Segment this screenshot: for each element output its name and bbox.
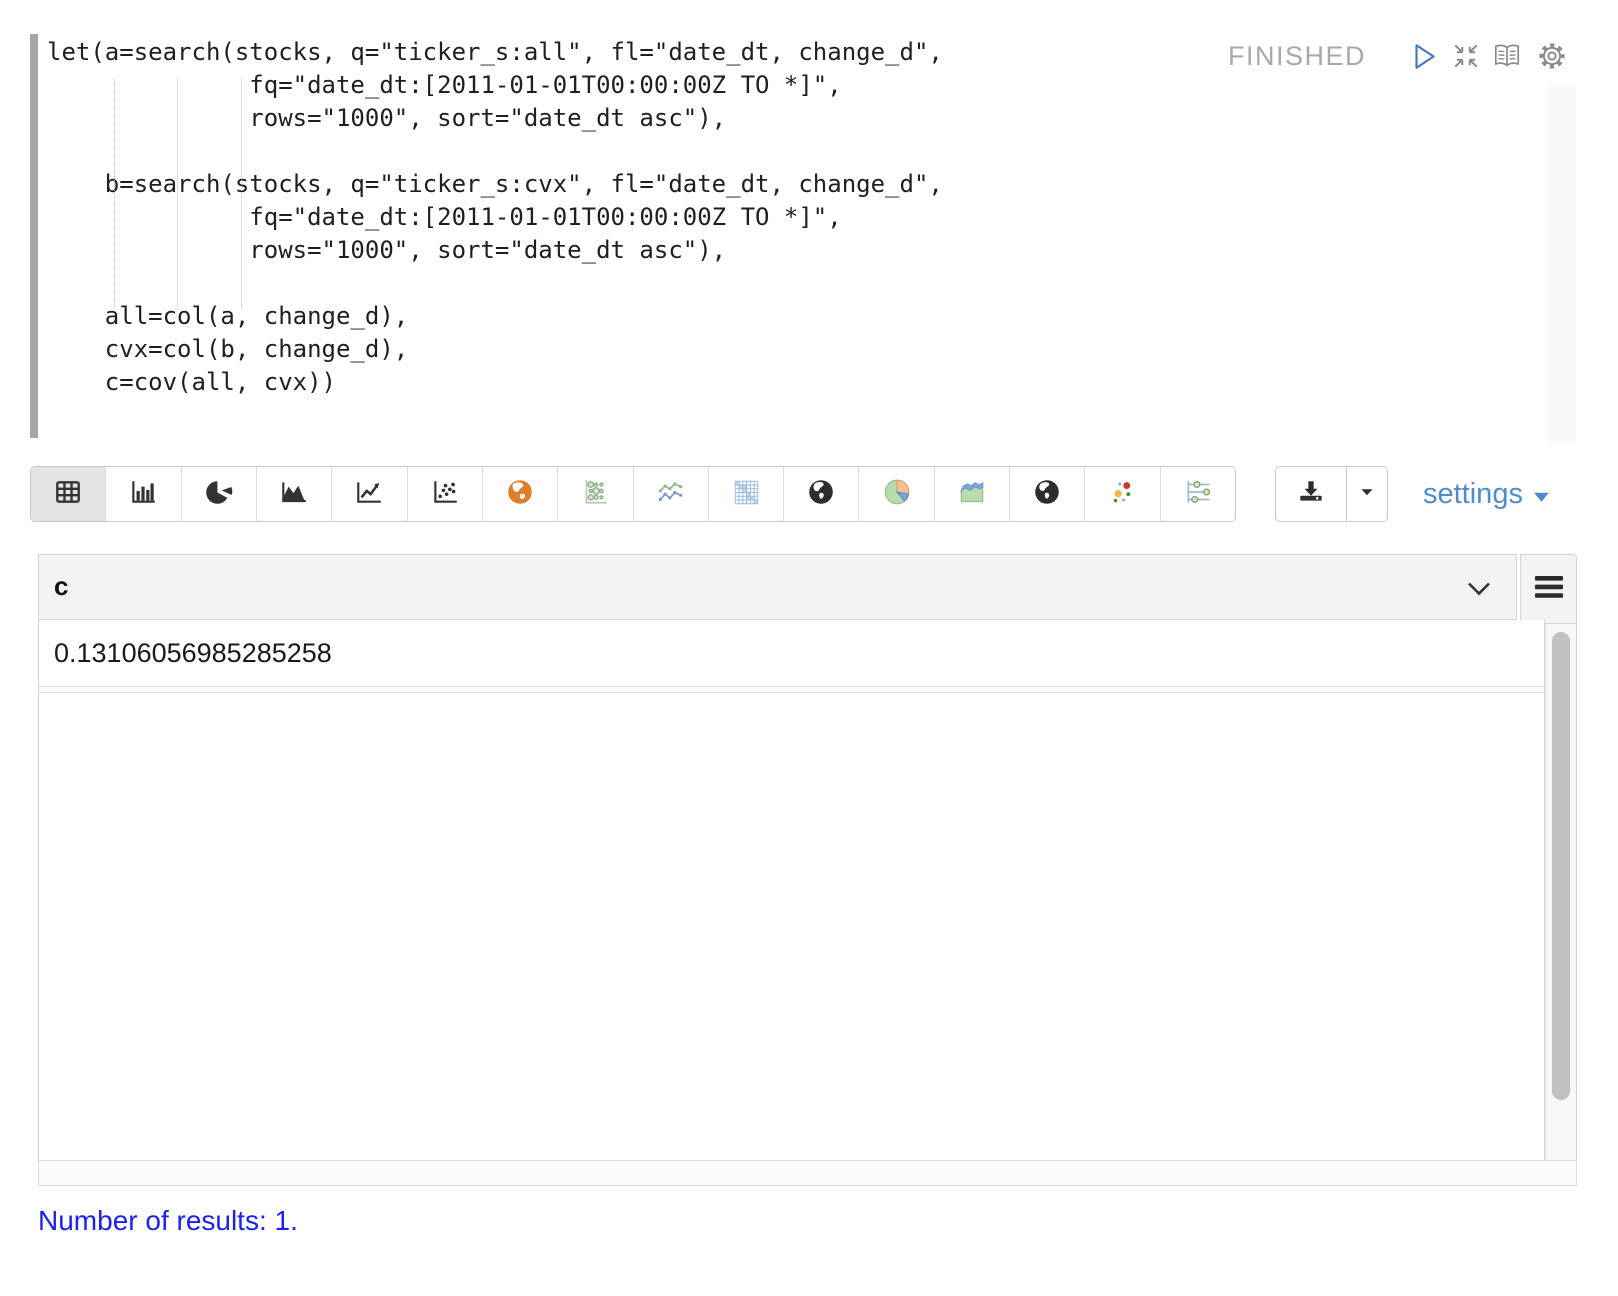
globe-dark-icon: [1032, 477, 1062, 512]
play-icon: [1409, 41, 1439, 76]
download-split-button: [1275, 466, 1388, 522]
gear-icon: [1536, 40, 1568, 77]
chart-button-pie-chart[interactable]: [182, 467, 257, 521]
chart-type-toolbar: [30, 466, 1236, 522]
chart-button-parallel-sliders[interactable]: [1161, 467, 1235, 521]
open-book-icon: [1491, 41, 1523, 76]
globe-orange-icon: [505, 477, 535, 512]
run-button[interactable]: [1408, 42, 1440, 74]
chart-button-bar-chart[interactable]: [106, 467, 181, 521]
table-row[interactable]: 0.13106056985285258: [39, 620, 1544, 687]
line-chart-icon: [354, 477, 384, 512]
collapse-button[interactable]: [1450, 42, 1482, 74]
download-button[interactable]: [1276, 467, 1347, 521]
chart-button-globe-map-dark-2[interactable]: [1010, 467, 1085, 521]
area-chart-icon: [279, 477, 309, 512]
caret-down-icon: [1533, 478, 1550, 511]
chart-button-scatter-chart[interactable]: [408, 467, 483, 521]
table-horizontal-scrollbar[interactable]: [38, 1160, 1577, 1186]
table-vertical-scrollbar[interactable]: [1545, 624, 1577, 1160]
table-icon: [53, 477, 83, 512]
area-color-icon: [957, 477, 987, 512]
parallel-sliders-icon: [1183, 477, 1213, 512]
chart-button-line-chart[interactable]: [332, 467, 407, 521]
code-text[interactable]: let(a=search(stocks, q="ticker_s:all", f…: [47, 36, 943, 399]
settings-toggle[interactable]: settings: [1423, 471, 1550, 517]
scatter-chart-icon: [430, 477, 460, 512]
settings-label: settings: [1423, 478, 1523, 511]
download-options-button[interactable]: [1347, 467, 1387, 521]
chart-button-globe-map-dark[interactable]: [784, 467, 859, 521]
grid-menu-button[interactable]: [1520, 554, 1577, 624]
chart-button-multi-line-chart[interactable]: [634, 467, 709, 521]
cell-value: 0.13106056985285258: [54, 638, 332, 668]
bubble-matrix-icon: [580, 477, 610, 512]
results-count: Number of results: 1.: [38, 1205, 298, 1237]
chart-button-area-chart[interactable]: [257, 467, 332, 521]
hamburger-menu-icon: [1533, 574, 1565, 605]
chart-button-area-chart-color[interactable]: [935, 467, 1010, 521]
indent-guide: [241, 78, 242, 309]
pie-chart-icon: [204, 477, 234, 512]
editor-left-bar: [30, 34, 38, 438]
chart-button-bubble-matrix[interactable]: [558, 467, 633, 521]
bar-chart-icon: [128, 477, 158, 512]
chart-button-heatmap-grid[interactable]: [709, 467, 784, 521]
heatmap-icon: [731, 477, 761, 512]
paragraph-status: FINISHED: [1228, 41, 1366, 72]
chart-button-table[interactable]: [31, 467, 106, 521]
table-header-row: c: [38, 554, 1517, 620]
show-editor-button[interactable]: [1491, 42, 1523, 74]
column-menu-chevron-icon[interactable]: [1466, 580, 1492, 602]
indent-guide: [177, 78, 178, 309]
code-editor[interactable]: let(a=search(stocks, q="ticker_s:all", f…: [30, 30, 1577, 445]
paragraph-settings-button[interactable]: [1536, 42, 1568, 74]
download-icon: [1296, 477, 1326, 512]
editor-scrollbar-track[interactable]: [1548, 86, 1576, 442]
chart-button-globe-map-orange[interactable]: [483, 467, 558, 521]
compress-icon: [1451, 41, 1481, 76]
multi-line-icon: [656, 477, 686, 512]
caret-down-icon: [1356, 481, 1378, 508]
column-header-c[interactable]: c: [54, 555, 68, 617]
chart-button-pie-chart-color[interactable]: [859, 467, 934, 521]
row-separator: [39, 692, 1544, 693]
pie-color-icon: [882, 477, 912, 512]
chart-button-scatter-color[interactable]: [1085, 467, 1160, 521]
table-body: 0.13106056985285258: [38, 620, 1545, 1160]
vertical-scrollbar-thumb[interactable]: [1552, 632, 1570, 1100]
scatter-color-icon: [1108, 477, 1138, 512]
indent-guide: [114, 78, 115, 309]
globe-dark-icon: [806, 477, 836, 512]
